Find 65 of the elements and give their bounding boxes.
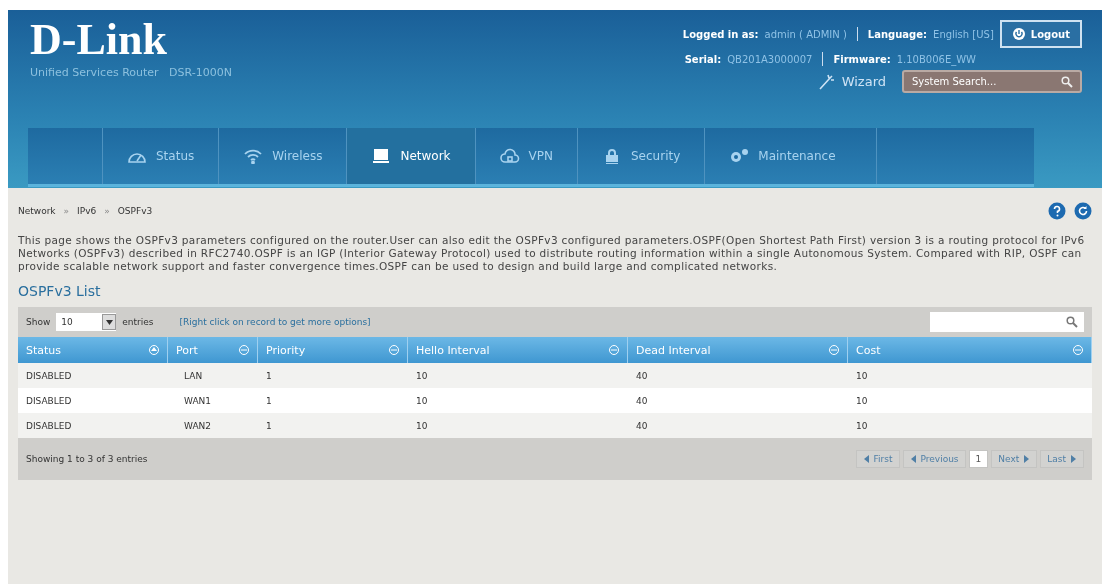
table-cell-text: 10 [855,419,869,433]
table-cell-text: 10 [855,394,869,408]
nav-tab[interactable]: VPN [474,128,577,184]
info-label: Firmware: [833,53,891,65]
breadcrumb-item[interactable]: IPv6 [77,206,97,216]
nav-tab[interactable]: Maintenance [704,128,877,184]
caret-icon [105,319,113,325]
table-cell-text: 1 [265,369,273,383]
table-cell-text: 40 [635,419,649,433]
table-cell-text: DISABLED [25,369,73,383]
language-link[interactable]: English [US] [933,28,994,40]
search-icon [1066,316,1078,328]
info-value: admin ( ADMIN ) [764,28,847,40]
hint-text: [Right click on record to get more options] [179,317,371,327]
table-cell-text: DISABLED [25,394,73,408]
right-arrow-icon [1022,455,1031,463]
table-cell-text: 40 [635,369,649,383]
right-arrow-icon [1069,455,1077,463]
table-cell-text: WAN2 [183,419,213,433]
search-icon [1061,76,1073,88]
pagination-button[interactable]: 1 [968,450,989,468]
page-description: This page shows the OSPFv3 parameters configured on the router.User can also edit the OSPFv3 configured parameters.OSPF(Open Shortest Path First) version 3 is a routing protocol for IPv6 Networks (OSPFv3) described in RFC2740.OSPF is an IGP (Interior Gateway Protocol) used to distribute routing information within a single Autonomous System. Compared with RIP, OSPF can provide scalable network support and faster convergence times.OSPF can be used to design and build large and complicated networks. [18,234,1086,273]
gears-icon [729,148,750,164]
refresh-icon[interactable] [1074,202,1092,220]
table-cell-text: LAN [183,369,204,383]
table-cell-text: 1 [265,394,273,408]
nav-tab[interactable]: Security [577,128,705,184]
table-cell-text: 40 [635,394,649,408]
logout-button[interactable]: Logout [999,20,1082,48]
show-label: Show [26,317,51,327]
section-title: OSPFv3 List [18,283,102,299]
logo: D-Link [30,16,168,64]
cloud-icon [499,148,520,164]
nav-tab[interactable]: Status [102,128,219,184]
left-arrow-icon [862,455,871,463]
wizard-link[interactable]: Wizard [841,74,886,89]
breadcrumb-item[interactable]: Network [18,206,56,216]
breadcrumb-item: OSPFv3 [117,206,153,216]
info-value: QB201A3000007 [727,53,813,65]
table-cell-text: 10 [415,419,429,433]
info-value: 1.10B006E_WW [896,53,976,65]
wand-icon [817,73,836,90]
table-cell-text: 10 [415,369,429,383]
entries-label: entries [122,317,154,327]
table-cell-text: 10 [415,394,429,408]
info-label: Serial: [684,53,722,65]
table-cell-text: WAN1 [183,394,213,408]
help-icon[interactable] [1048,202,1066,220]
product-subtitle: Unified Services Router DSR-1000N [30,66,232,79]
power-icon [1011,27,1026,41]
breadcrumb-separator: » [63,206,70,216]
table-search-field[interactable] [930,312,1084,332]
info-label: Language: [867,28,928,40]
table-cell-text: DISABLED [25,419,73,433]
table-cell-text: 1 [265,419,273,433]
page-size-dropdown[interactable]: 10 [56,313,117,331]
system-search-field[interactable]: System Search... [902,70,1082,93]
monitor-icon [371,148,392,164]
wifi-icon [243,148,264,164]
left-arrow-icon [909,455,918,463]
table-cell-text: 10 [855,369,869,383]
breadcrumb-separator: » [104,206,110,216]
entries-summary: Showing 1 to 3 of 3 entries [26,454,148,464]
info-label: Logged in as: [682,28,759,40]
nav-tab[interactable]: Network [346,128,475,184]
